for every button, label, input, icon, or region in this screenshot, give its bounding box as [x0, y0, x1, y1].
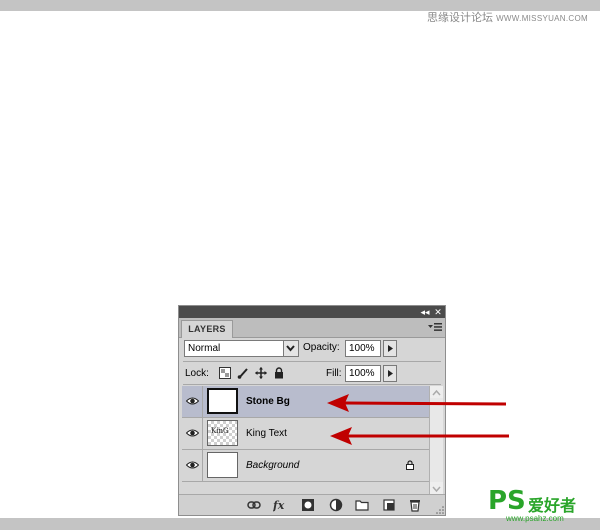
mask-icon[interactable]: [301, 498, 315, 512]
folder-icon[interactable]: [355, 498, 369, 512]
collapse-icon[interactable]: ◂◂: [419, 306, 431, 318]
layer-name: Background: [246, 460, 300, 471]
visibility-toggle[interactable]: [182, 450, 203, 481]
panel-menu-icon[interactable]: [428, 322, 442, 332]
logo-ps: PS: [488, 486, 526, 516]
blend-mode-select[interactable]: Normal: [184, 340, 299, 357]
layer-thumbnail: [207, 452, 238, 478]
eye-icon: [186, 461, 199, 469]
fill-field[interactable]: 100%: [345, 365, 381, 382]
opacity-field[interactable]: 100%: [345, 340, 381, 357]
watermark-cn: 思缘设计论坛: [427, 12, 493, 24]
lock-label: Lock:: [185, 368, 209, 379]
svg-text:fx: fx: [273, 499, 285, 512]
visibility-toggle[interactable]: [182, 386, 203, 417]
eye-icon: [186, 397, 199, 405]
resize-grip-icon[interactable]: [436, 506, 444, 514]
lock-icon: [406, 460, 414, 470]
trash-icon[interactable]: [408, 498, 422, 512]
thumbnail-text: KinG: [211, 427, 229, 435]
separator: [183, 361, 441, 362]
adjustment-icon[interactable]: [329, 498, 343, 512]
lock-transparent-pixels-icon[interactable]: [219, 367, 231, 379]
logo-cn: 爱好者: [528, 496, 577, 515]
lock-image-pixels-icon[interactable]: [237, 367, 249, 379]
layer-row-background[interactable]: Background: [182, 450, 429, 482]
fill-slider-button[interactable]: [383, 365, 397, 382]
separator: [183, 384, 441, 385]
lock-position-icon[interactable]: [255, 367, 267, 379]
layer-thumbnail: KinG: [207, 420, 238, 446]
eye-icon: [186, 429, 199, 437]
chevron-down-icon[interactable]: [283, 341, 298, 356]
opacity-slider-button[interactable]: [383, 340, 397, 357]
watermark-url: WWW.MISSYUAN.COM: [496, 14, 588, 23]
arrow-annotation-stone-bg: [327, 394, 507, 412]
panel-tabbar: LAYERS: [179, 318, 445, 338]
panel-titlebar: ◂◂ ✕: [179, 306, 445, 318]
layer-name: Stone Bg: [246, 396, 290, 407]
psahz-logo: PS 爱好者 www.psahz.com: [488, 486, 598, 526]
panel-footer: fx: [179, 494, 445, 515]
tab-layers[interactable]: LAYERS: [181, 320, 233, 338]
arrow-annotation-king-text: [330, 427, 509, 445]
scroll-down-icon[interactable]: [430, 482, 443, 494]
site-watermark: 思缘设计论坛 WWW.MISSYUAN.COM: [427, 9, 588, 25]
lock-all-icon[interactable]: [273, 367, 285, 379]
link-icon[interactable]: [247, 498, 261, 512]
close-icon[interactable]: ✕: [432, 306, 444, 318]
blend-mode-value: Normal: [188, 343, 221, 354]
opacity-label: Opacity:: [303, 342, 340, 353]
fill-label: Fill:: [326, 368, 342, 379]
fx-icon[interactable]: fx: [273, 498, 287, 512]
layer-thumbnail: [207, 388, 238, 414]
logo-url: www.psahz.com: [506, 514, 564, 523]
new-layer-icon[interactable]: [382, 498, 396, 512]
layer-name: King Text: [246, 428, 287, 439]
visibility-toggle[interactable]: [182, 418, 203, 449]
